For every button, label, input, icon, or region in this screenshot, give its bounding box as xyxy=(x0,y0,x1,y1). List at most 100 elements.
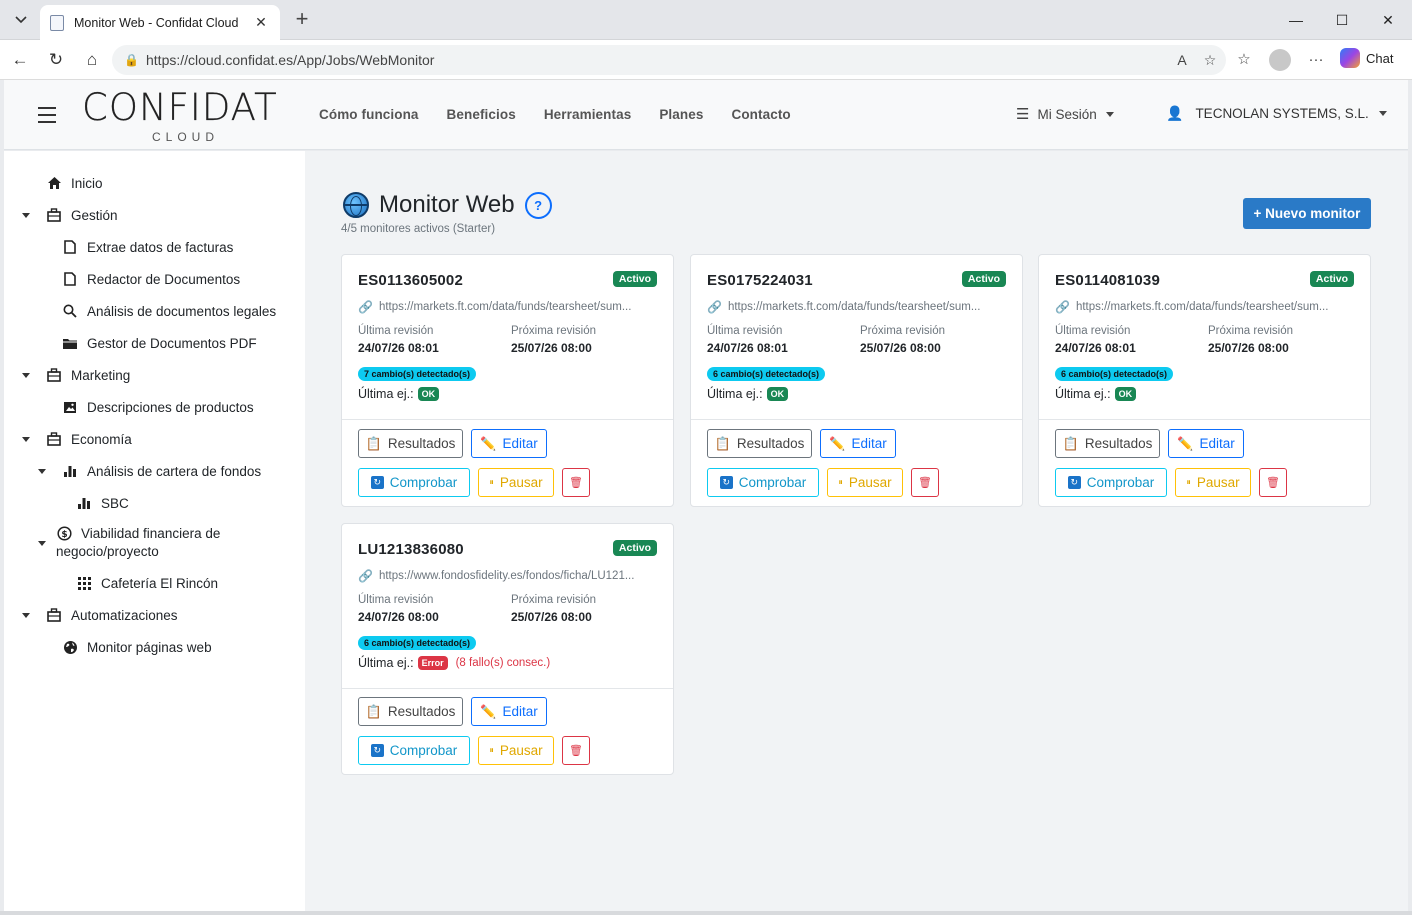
monitor-url[interactable]: 🔗 https://www.fondosfidelity.es/fondos/fi… xyxy=(358,569,660,583)
delete-button[interactable]: 🗑 xyxy=(911,468,939,497)
card-divider xyxy=(691,419,1022,420)
delete-button[interactable]: 🗑 xyxy=(562,468,590,497)
pause-button[interactable]: ⏸ Pausar xyxy=(478,736,554,765)
sidebar-item-viabilidad[interactable]: $ Viabilidad financiera de negocio/proye… xyxy=(38,525,220,559)
sidebar-item-redactor[interactable]: Redactor de Documentos xyxy=(62,271,240,287)
profile-avatar-icon[interactable] xyxy=(1269,49,1291,71)
changes-badge: 6 cambio(s) detectado(s) xyxy=(1055,367,1174,381)
caret-down-icon xyxy=(1105,111,1114,117)
help-icon[interactable]: ? xyxy=(524,191,552,219)
sidebar-item-analisis-legal[interactable]: Análisis de documentos legales xyxy=(62,303,276,319)
back-icon[interactable]: ← xyxy=(8,48,32,72)
hamburger-menu-icon[interactable] xyxy=(38,107,56,123)
edit-button[interactable]: ✏️ Editar xyxy=(820,429,896,458)
card-divider xyxy=(1039,419,1370,420)
new-tab-button[interactable]: + xyxy=(290,8,314,32)
favorite-star-icon[interactable]: ☆ xyxy=(1198,52,1222,69)
tab-list-button[interactable] xyxy=(8,8,34,32)
address-bar[interactable]: 🔒 https://cloud.confidat.es/App/Jobs/Web… xyxy=(112,45,1226,75)
pause-icon: ⏸ xyxy=(489,477,494,487)
monitor-url[interactable]: 🔗 https://markets.ft.com/data/funds/tears… xyxy=(1055,300,1357,314)
pencil-icon: ✏️ xyxy=(1177,435,1194,451)
results-button[interactable]: 📋 Resultados xyxy=(1055,429,1160,458)
pause-button[interactable]: ⏸ Pausar xyxy=(478,468,554,497)
nav-herramientas[interactable]: Herramientas xyxy=(544,107,632,122)
close-tab-icon[interactable]: ✕ xyxy=(252,14,270,31)
sidebar-item-gestion[interactable]: Gestión xyxy=(22,207,118,223)
pause-button[interactable]: ⏸ Pausar xyxy=(827,468,903,497)
sidebar-item-monitor-paginas[interactable]: Monitor páginas web xyxy=(62,639,212,655)
nav-beneficios[interactable]: Beneficios xyxy=(447,107,516,122)
delete-button[interactable]: 🗑 xyxy=(562,736,590,765)
home-icon xyxy=(46,175,62,191)
sidebar-item-extrae-datos[interactable]: Extrae datos de facturas xyxy=(62,239,233,255)
sidebar-item-automatizaciones[interactable]: Automatizaciones xyxy=(22,607,178,623)
trash-icon: 🗑 xyxy=(918,477,932,489)
changes-badge: 6 cambio(s) detectado(s) xyxy=(358,636,477,650)
close-window-icon[interactable]: ✕ xyxy=(1378,10,1398,30)
expand-caret-icon[interactable] xyxy=(22,373,30,378)
pause-icon: ⏸ xyxy=(1186,477,1191,487)
folder-icon xyxy=(62,335,78,351)
results-button[interactable]: 📋 Resultados xyxy=(707,429,812,458)
chat-label: Chat xyxy=(1366,50,1394,66)
maximize-icon[interactable]: ☐ xyxy=(1332,10,1352,30)
nav-planes[interactable]: Planes xyxy=(659,107,703,122)
link-icon: 🔗 xyxy=(358,300,373,314)
sidebar-item-economia[interactable]: Economía xyxy=(22,431,132,447)
grid-icon xyxy=(76,575,92,591)
trash-icon: 🗑 xyxy=(569,477,583,489)
expand-caret-icon[interactable] xyxy=(22,213,30,218)
next-review-value: 25/07/26 08:00 xyxy=(511,341,592,355)
delete-button[interactable]: 🗑 xyxy=(1259,468,1287,497)
sidebar-item-cafeteria[interactable]: Cafetería El Rincón xyxy=(76,575,218,591)
check-button[interactable]: ↻ Comprobar xyxy=(1055,468,1167,497)
minimize-icon[interactable]: — xyxy=(1286,10,1306,30)
sidebar-item-sbc[interactable]: SBC xyxy=(76,495,129,511)
results-button[interactable]: 📋 Resultados xyxy=(358,429,463,458)
edit-button[interactable]: ✏️ Editar xyxy=(1168,429,1244,458)
pause-button[interactable]: ⏸ Pausar xyxy=(1175,468,1251,497)
sidebar-item-marketing[interactable]: Marketing xyxy=(22,367,130,383)
copilot-chat-button[interactable]: Chat xyxy=(1340,48,1393,68)
nav-contacto[interactable]: Contacto xyxy=(731,107,790,122)
sidebar-item-cartera-fondos[interactable]: Análisis de cartera de fondos xyxy=(38,463,261,479)
image-icon xyxy=(62,399,78,415)
more-options-icon[interactable]: ··· xyxy=(1304,48,1328,72)
check-button[interactable]: ↻ Comprobar xyxy=(358,468,470,497)
sidebar-item-label: Extrae datos de facturas xyxy=(87,239,234,255)
session-dropdown[interactable]: ☰ Mi Sesión xyxy=(1016,105,1114,123)
home-browser-icon[interactable]: ⌂ xyxy=(80,48,104,72)
expand-caret-icon[interactable] xyxy=(22,437,30,442)
expand-caret-icon[interactable] xyxy=(22,613,30,618)
company-dropdown[interactable]: 👤 TECNOLAN SYSTEMS, S.L. xyxy=(1166,105,1387,122)
next-review-label: Próxima revisión xyxy=(1208,325,1293,337)
favorites-icon[interactable]: ☆ xyxy=(1232,48,1256,72)
refresh-icon[interactable]: ↻ xyxy=(44,48,68,72)
expand-caret-icon[interactable] xyxy=(38,469,46,474)
dollar-icon: $ xyxy=(56,525,72,541)
pencil-icon: ✏️ xyxy=(480,435,497,451)
main-content: Monitor Web ? 4/5 monitores activos (Sta… xyxy=(305,151,1408,911)
check-button[interactable]: ↻ Comprobar xyxy=(707,468,819,497)
sidebar-item-gestor-pdf[interactable]: Gestor de Documentos PDF xyxy=(62,335,257,351)
sidebar-item-label: Gestión xyxy=(71,207,118,223)
browser-tab[interactable]: Monitor Web - Confidat Cloud ✕ xyxy=(40,5,280,40)
edit-button[interactable]: ✏️ Editar xyxy=(471,697,547,726)
pencil-icon: ✏️ xyxy=(480,703,497,719)
read-aloud-icon[interactable]: A xyxy=(1170,52,1194,68)
run-status-badge: OK xyxy=(417,387,440,401)
monitor-url[interactable]: 🔗 https://markets.ft.com/data/funds/tears… xyxy=(707,300,1009,314)
clipboard-icon: 📋 xyxy=(714,435,731,451)
results-button[interactable]: 📋 Resultados xyxy=(358,697,463,726)
sidebar-item-inicio[interactable]: Inicio xyxy=(46,175,103,191)
monitor-url[interactable]: 🔗 https://markets.ft.com/data/funds/tears… xyxy=(358,300,660,314)
nav-como-funciona[interactable]: Cómo funciona xyxy=(319,107,419,122)
last-review-value: 24/07/26 08:00 xyxy=(358,610,439,624)
sidebar-item-descripciones[interactable]: Descripciones de productos xyxy=(62,399,254,415)
new-monitor-button[interactable]: + Nuevo monitor xyxy=(1243,198,1371,229)
check-button[interactable]: ↻ Comprobar xyxy=(358,736,470,765)
expand-caret-icon[interactable] xyxy=(38,541,46,546)
confidat-logo[interactable]: CONFIDAT CLOUD xyxy=(82,87,277,148)
edit-button[interactable]: ✏️ Editar xyxy=(471,429,547,458)
